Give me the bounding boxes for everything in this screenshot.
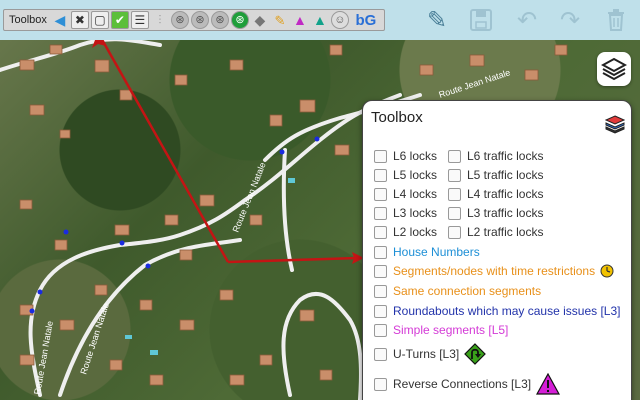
- traffic-lock-option-l2[interactable]: L2 traffic locks: [448, 225, 543, 239]
- traffic-lock-option-l5[interactable]: L5 traffic locks: [448, 168, 543, 182]
- option-u-turns[interactable]: U-Turns [L3]: [374, 343, 487, 365]
- green-circle-icon[interactable]: ⊛: [230, 11, 249, 29]
- warning-triangle-icon: [536, 373, 561, 395]
- checkbox[interactable]: [374, 377, 387, 391]
- undo-icon[interactable]: ↶: [513, 6, 541, 34]
- option-roundabouts[interactable]: Roundabouts which may cause issues [L3]: [374, 304, 620, 318]
- checkbox[interactable]: [374, 168, 387, 182]
- big-icon[interactable]: bG: [351, 11, 381, 29]
- layers-icon: [601, 57, 627, 81]
- option-label: House Numbers: [393, 245, 480, 259]
- check-icon[interactable]: ✔: [110, 11, 129, 29]
- option-label: Roundabouts which may cause issues [L3]: [393, 304, 621, 318]
- redo-icon[interactable]: ↷: [556, 6, 584, 34]
- checkbox[interactable]: [374, 245, 387, 259]
- option-label: L5 locks: [393, 168, 438, 182]
- option-label: L4 traffic locks: [467, 187, 544, 201]
- checkbox[interactable]: [448, 168, 461, 182]
- checkbox[interactable]: [448, 149, 461, 163]
- toolbox-label[interactable]: Toolbox: [6, 14, 50, 26]
- trash-icon[interactable]: [602, 6, 630, 34]
- option-label: U-Turns [L3]: [393, 347, 460, 361]
- lock-option-l4[interactable]: L4 locks: [374, 187, 437, 201]
- clock-icon: [600, 264, 614, 278]
- option-label: L2 traffic locks: [467, 225, 544, 239]
- street-label: Route Jean Natale: [438, 67, 512, 100]
- layers-button[interactable]: [597, 52, 631, 86]
- checkbox[interactable]: [374, 323, 387, 337]
- save-icon[interactable]: [467, 6, 495, 34]
- option-label: Segments/nodes with time restrictions: [393, 264, 596, 278]
- option-time-restrictions[interactable]: Segments/nodes with time restrictions: [374, 264, 614, 278]
- triangle-pink-icon[interactable]: ▲: [291, 11, 309, 29]
- checkbox[interactable]: [374, 225, 387, 239]
- face-icon[interactable]: ☺: [330, 11, 349, 29]
- toolbox-panel: Toolbox L6 locks L6 traffic locks L5 loc…: [362, 100, 632, 400]
- lock-option-l3[interactable]: L3 locks: [374, 206, 437, 220]
- option-house-numbers[interactable]: House Numbers: [374, 245, 480, 259]
- option-label: L3 locks: [393, 206, 438, 220]
- option-label: L4 locks: [393, 187, 438, 201]
- street-label: Route Jean Natale: [32, 320, 55, 395]
- option-label: Same connection segments: [393, 284, 542, 298]
- brush-icon[interactable]: ✎: [271, 11, 289, 29]
- option-label: L6 locks: [393, 149, 438, 163]
- lock-option-l5[interactable]: L5 locks: [374, 168, 437, 182]
- toolbox-script-bar: Toolbox ◀ ✖ ▢ ✔ ☰ ⫶ ⊛ ⊛ ⊛ ⊛ ◆ ✎ ▲ ▲ ☺ bG: [3, 9, 385, 31]
- option-label: Simple segments [L5]: [393, 323, 509, 337]
- gray-square-icon[interactable]: ◆: [251, 11, 269, 29]
- checkbox[interactable]: [374, 264, 387, 278]
- gray-b-icon[interactable]: ⊛: [190, 11, 209, 29]
- road-network: [0, 37, 422, 400]
- checkbox[interactable]: [374, 304, 387, 318]
- annotation-arrows: [98, 35, 359, 264]
- option-label: L2 locks: [393, 225, 438, 239]
- layers-stack-icon: [605, 115, 625, 134]
- traffic-lock-option-l6[interactable]: L6 traffic locks: [448, 149, 543, 163]
- option-label: Reverse Connections [L3]: [393, 377, 532, 391]
- lock-option-l2[interactable]: L2 locks: [374, 225, 437, 239]
- checkbox[interactable]: [374, 206, 387, 220]
- arrow-to-panel: [227, 256, 359, 264]
- panel-title: Toolbox: [371, 109, 423, 126]
- tools-icon[interactable]: ✖: [70, 11, 89, 29]
- traffic-lock-option-l4[interactable]: L4 traffic locks: [448, 187, 543, 201]
- save-icon-glyph: [470, 9, 492, 31]
- checkbox[interactable]: [374, 149, 387, 163]
- road-right-loop: [281, 292, 363, 400]
- checkbox[interactable]: [448, 206, 461, 220]
- checkbox[interactable]: [374, 347, 387, 361]
- option-label: L6 traffic locks: [467, 149, 544, 163]
- gray-a-icon[interactable]: ⊛: [170, 11, 189, 29]
- square-icon[interactable]: ▢: [90, 11, 109, 29]
- checkbox[interactable]: [448, 187, 461, 201]
- traffic-lock-option-l3[interactable]: L3 traffic locks: [448, 206, 543, 220]
- option-label: L5 traffic locks: [467, 168, 544, 182]
- checkbox[interactable]: [374, 284, 387, 298]
- checklist-icon[interactable]: ☰: [130, 11, 149, 29]
- split-icon[interactable]: ⫶: [151, 11, 169, 29]
- u-turn-sign-icon: [464, 343, 487, 365]
- triangle-green-icon[interactable]: ▲: [311, 11, 329, 29]
- trash-icon-glyph: [608, 9, 624, 31]
- collapse-left-icon[interactable]: ◀: [51, 11, 69, 29]
- option-same-connection[interactable]: Same connection segments: [374, 284, 541, 298]
- checkbox[interactable]: [448, 225, 461, 239]
- option-simple-segments[interactable]: Simple segments [L5]: [374, 323, 508, 337]
- gray-c-icon[interactable]: ⊛: [210, 11, 229, 29]
- lock-option-l6[interactable]: L6 locks: [374, 149, 437, 163]
- option-reverse-connections[interactable]: Reverse Connections [L3]: [374, 373, 561, 395]
- option-label: L3 traffic locks: [467, 206, 544, 220]
- pencil-icon[interactable]: ✎: [423, 6, 451, 34]
- top-toolbar: Toolbox ◀ ✖ ▢ ✔ ☰ ⫶ ⊛ ⊛ ⊛ ⊛ ◆ ✎ ▲ ▲ ☺ bG…: [0, 0, 640, 40]
- checkbox[interactable]: [374, 187, 387, 201]
- arrowheads: [92, 32, 364, 264]
